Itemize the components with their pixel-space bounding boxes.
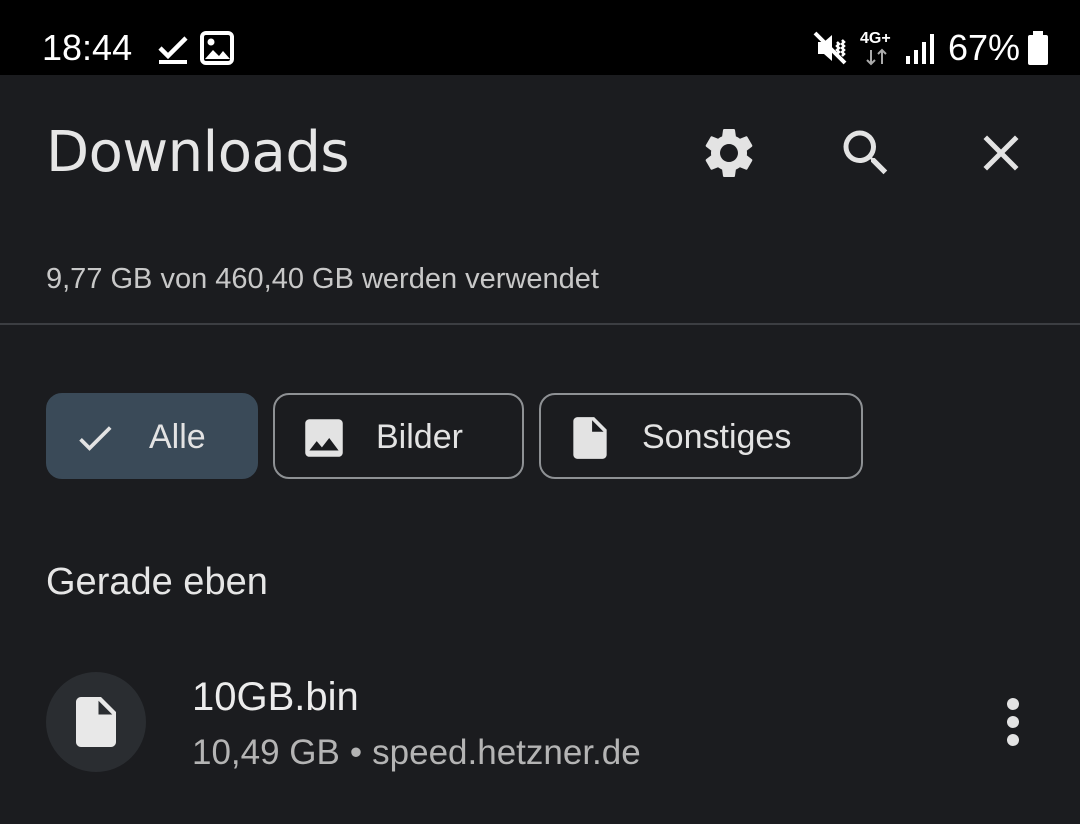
network-type-label: 4G+ xyxy=(860,30,891,47)
more-options-button[interactable] xyxy=(983,692,1043,752)
filter-chip-sonstiges[interactable]: Sonstiges xyxy=(539,393,863,479)
file-size: 10,49 GB xyxy=(192,733,340,772)
filter-chip-label: Sonstiges xyxy=(642,418,792,456)
battery-icon xyxy=(1028,31,1048,65)
vibrate-mute-icon xyxy=(813,31,847,65)
network-4g-icon: 4G+ xyxy=(860,30,898,66)
filter-chip-label: Alle xyxy=(149,418,206,456)
close-icon xyxy=(983,135,1019,171)
settings-icon xyxy=(705,129,753,177)
filter-chip-bilder[interactable]: Bilder xyxy=(273,393,524,479)
divider xyxy=(0,323,1080,325)
image-icon xyxy=(305,419,343,457)
file-name: 10GB.bin xyxy=(192,675,359,719)
search-button[interactable] xyxy=(826,113,906,193)
battery-percentage: 67% xyxy=(948,27,1021,68)
download-done-icon xyxy=(158,36,188,64)
status-time: 18:44 xyxy=(42,27,133,68)
close-button[interactable] xyxy=(961,113,1041,193)
file-icon xyxy=(76,697,116,747)
filter-chip-label: Bilder xyxy=(376,418,463,456)
filter-chip-alle[interactable]: Alle xyxy=(46,393,258,479)
storage-usage-text: 9,77 GB von 460,40 GB werden verwendet xyxy=(46,263,599,295)
check-icon xyxy=(79,426,112,451)
status-bar: 18:44 4G+ 67% xyxy=(0,0,1080,75)
image-icon xyxy=(200,31,234,65)
file-source: speed.hetzner.de xyxy=(372,733,641,772)
file-icon xyxy=(573,417,607,459)
meta-separator: • xyxy=(349,733,363,772)
signal-icon xyxy=(906,34,934,64)
settings-button[interactable] xyxy=(689,113,769,193)
search-icon xyxy=(843,130,888,175)
file-meta: 10,49 GB • speed.hetzner.de xyxy=(192,731,641,775)
section-title: Gerade eben xyxy=(46,561,268,603)
file-type-avatar xyxy=(46,672,146,772)
more-vert-icon xyxy=(1007,698,1019,746)
page-title: Downloads xyxy=(46,120,350,185)
